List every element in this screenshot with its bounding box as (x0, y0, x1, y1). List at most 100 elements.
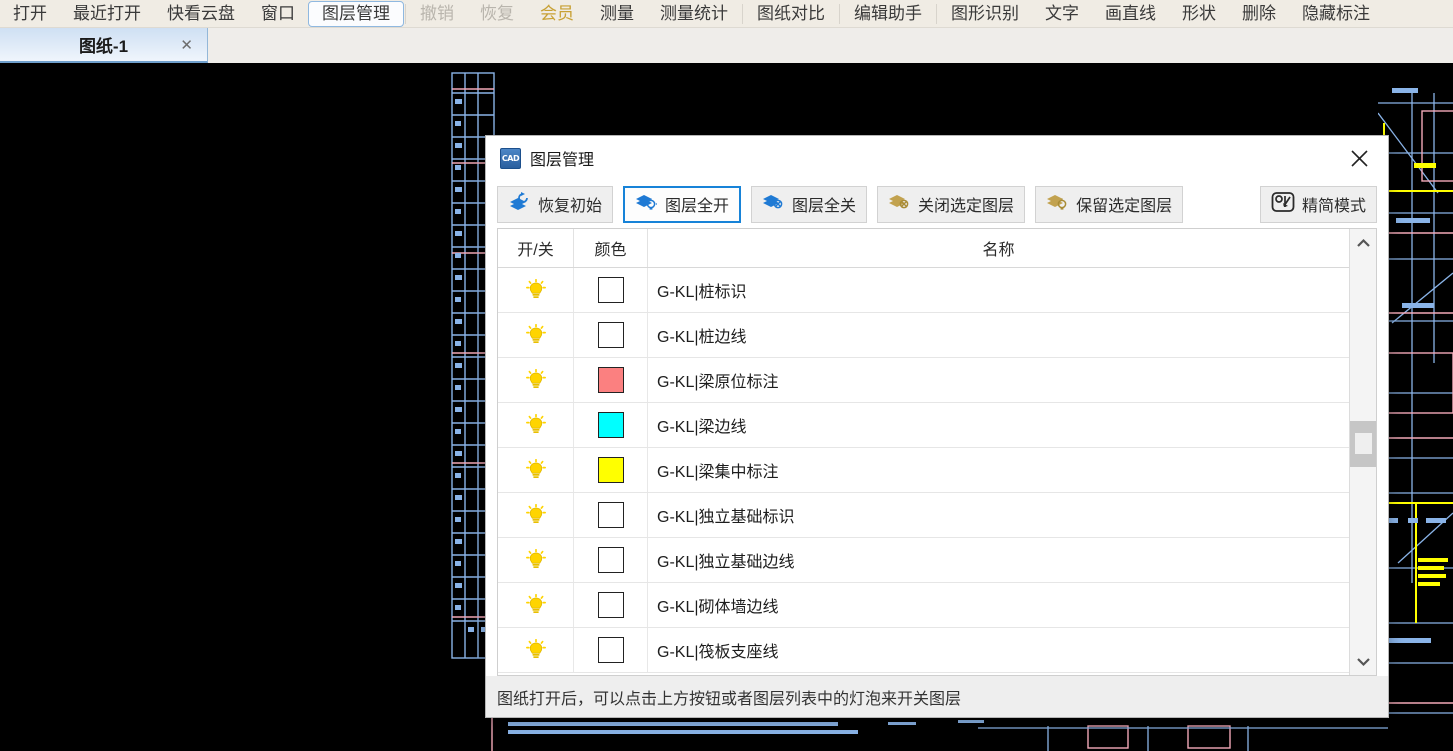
layer-toggle-cell[interactable] (498, 313, 574, 357)
layer-name-label: G-KL|砌体墙边线 (657, 599, 779, 616)
tab-drawing-1[interactable]: 图纸-1 ✕ (0, 28, 208, 63)
layer-color-cell[interactable] (574, 268, 648, 312)
lightbulb-on-icon[interactable] (525, 593, 546, 616)
layer-name-cell[interactable]: G-KL|砌体墙边线 (648, 583, 1349, 627)
menu-item-window[interactable]: 窗口 (248, 0, 308, 28)
layer-color-cell[interactable] (574, 538, 648, 582)
menu-item-membership[interactable]: 会员 (527, 0, 587, 28)
restore-initial-button[interactable]: 恢复初始 (497, 185, 614, 223)
scrollbar-thumb[interactable] (1350, 420, 1376, 467)
table-row[interactable]: G-KL|独立基础边线 (498, 538, 1349, 583)
layer-color-cell[interactable] (574, 313, 648, 357)
chevron-down-icon[interactable] (1350, 647, 1376, 675)
layer-color-cell[interactable] (574, 583, 648, 627)
layer-name-cell[interactable]: G-KL|独立基础标识 (648, 493, 1349, 537)
keep-selected-layers-button[interactable]: 保留选定图层 (1035, 185, 1184, 223)
layer-name-label: G-KL|筏板支座线 (657, 644, 779, 661)
color-swatch[interactable] (597, 367, 624, 393)
layer-toggle-cell[interactable] (498, 628, 574, 672)
menu-item-redo[interactable]: 恢复 (467, 0, 527, 28)
chevron-up-icon[interactable] (1350, 229, 1376, 257)
color-swatch[interactable] (597, 502, 624, 528)
layer-color-cell[interactable] (574, 493, 648, 537)
layer-name-label: G-KL|独立基础标识 (657, 509, 795, 526)
menu-item-drawing-compare[interactable]: 图纸对比 (744, 0, 838, 28)
layer-color-cell[interactable] (574, 358, 648, 402)
column-header-onoff[interactable]: 开/关 (498, 229, 574, 267)
layer-name-cell[interactable]: G-KL|梁边线 (648, 403, 1349, 447)
table-row[interactable]: G-KL|筏板支座线 (498, 628, 1349, 673)
scrollbar-track[interactable] (1350, 257, 1376, 647)
layers-all-on-button[interactable]: 图层全开 (623, 185, 742, 223)
column-header-color[interactable]: 颜色 (574, 229, 648, 267)
color-swatch[interactable] (597, 637, 624, 663)
simplify-mode-icon (1271, 191, 1295, 218)
menu-item-undo[interactable]: 撤销 (407, 0, 467, 28)
table-row[interactable]: G-KL|梁原位标注 (498, 358, 1349, 403)
menu-item-measure[interactable]: 测量 (587, 0, 647, 28)
menu-item-recent[interactable]: 最近打开 (60, 0, 154, 28)
simplify-mode-button[interactable]: 精简模式 (1259, 185, 1377, 223)
layer-name-label: G-KL|桩边线 (657, 329, 747, 346)
layer-name-cell[interactable]: G-KL|桩边线 (648, 313, 1349, 357)
color-swatch[interactable] (597, 547, 624, 573)
lightbulb-on-icon[interactable] (525, 368, 546, 391)
layer-name-cell[interactable]: G-KL|独立基础边线 (648, 538, 1349, 582)
menu-item-layer-manager[interactable]: 图层管理 (308, 0, 404, 27)
layers-bulb-on-icon (635, 191, 658, 217)
close-icon[interactable]: ✕ (180, 36, 193, 54)
color-swatch[interactable] (597, 322, 624, 348)
layers-all-off-button[interactable]: 图层全关 (751, 185, 868, 223)
color-swatch[interactable] (597, 592, 624, 618)
close-icon[interactable] (1342, 143, 1376, 173)
lightbulb-on-icon[interactable] (525, 503, 546, 526)
menu-item-delete[interactable]: 删除 (1229, 0, 1289, 28)
layer-color-cell[interactable] (574, 628, 648, 672)
layer-toggle-cell[interactable] (498, 403, 574, 447)
color-swatch[interactable] (597, 277, 624, 303)
menu-item-text[interactable]: 文字 (1032, 0, 1092, 28)
menu-item-shape[interactable]: 形状 (1169, 0, 1229, 28)
menu-item-hide-annotation[interactable]: 隐藏标注 (1289, 0, 1383, 28)
lightbulb-on-icon[interactable] (525, 458, 546, 481)
column-header-name[interactable]: 名称 (648, 229, 1349, 267)
layer-name-label: G-KL|梁原位标注 (657, 374, 779, 391)
table-row[interactable]: G-KL|梁集中标注 (498, 448, 1349, 493)
menu-item-draw-line[interactable]: 画直线 (1092, 0, 1169, 28)
layer-color-cell[interactable] (574, 448, 648, 492)
color-swatch[interactable] (597, 412, 624, 438)
table-row[interactable]: G-KL|桩标识 (498, 268, 1349, 313)
color-swatch[interactable] (597, 457, 624, 483)
table-row[interactable]: G-KL|砌体墙边线 (498, 583, 1349, 628)
menu-item-cloud[interactable]: 快看云盘 (154, 0, 248, 28)
lightbulb-on-icon[interactable] (525, 548, 546, 571)
layer-toggle-cell[interactable] (498, 493, 574, 537)
lightbulb-on-icon[interactable] (525, 638, 546, 661)
lightbulb-on-icon[interactable] (525, 278, 546, 301)
menu-item-shape-recognition[interactable]: 图形识别 (938, 0, 1032, 28)
layer-toggle-cell[interactable] (498, 448, 574, 492)
close-selected-layers-button[interactable]: 关闭选定图层 (877, 185, 1026, 223)
table-vertical-scrollbar[interactable] (1349, 229, 1376, 675)
layer-color-cell[interactable] (574, 403, 648, 447)
table-row[interactable]: G-KL|桩边线 (498, 313, 1349, 358)
layer-toggle-cell[interactable] (498, 538, 574, 582)
layer-name-cell[interactable]: G-KL|梁集中标注 (648, 448, 1349, 492)
table-row[interactable]: G-KL|独立基础标识 (498, 493, 1349, 538)
layer-name-cell[interactable]: G-KL|筏板支座线 (648, 628, 1349, 672)
layer-name-cell[interactable]: G-KL|桩标识 (648, 268, 1349, 312)
layer-toggle-cell[interactable] (498, 268, 574, 312)
lightbulb-on-icon[interactable] (525, 413, 546, 436)
menu-item-open[interactable]: 打开 (0, 0, 60, 28)
layer-name-label: G-KL|梁集中标注 (657, 464, 779, 481)
menu-separator (936, 3, 937, 24)
lightbulb-on-icon[interactable] (525, 323, 546, 346)
layer-table: 开/关 颜色 名称 G-KL|桩标识 G-KL|桩边线 G-KL|梁原位标注 G-KL… (497, 228, 1377, 676)
table-row[interactable]: G-KL|梁边线 (498, 403, 1349, 448)
menu-item-measure-stats[interactable]: 测量统计 (647, 0, 741, 28)
layer-toggle-cell[interactable] (498, 358, 574, 402)
layers-keep-selected-icon (1046, 191, 1069, 217)
layer-name-cell[interactable]: G-KL|梁原位标注 (648, 358, 1349, 402)
layer-toggle-cell[interactable] (498, 583, 574, 627)
menu-item-edit-assistant[interactable]: 编辑助手 (841, 0, 935, 28)
